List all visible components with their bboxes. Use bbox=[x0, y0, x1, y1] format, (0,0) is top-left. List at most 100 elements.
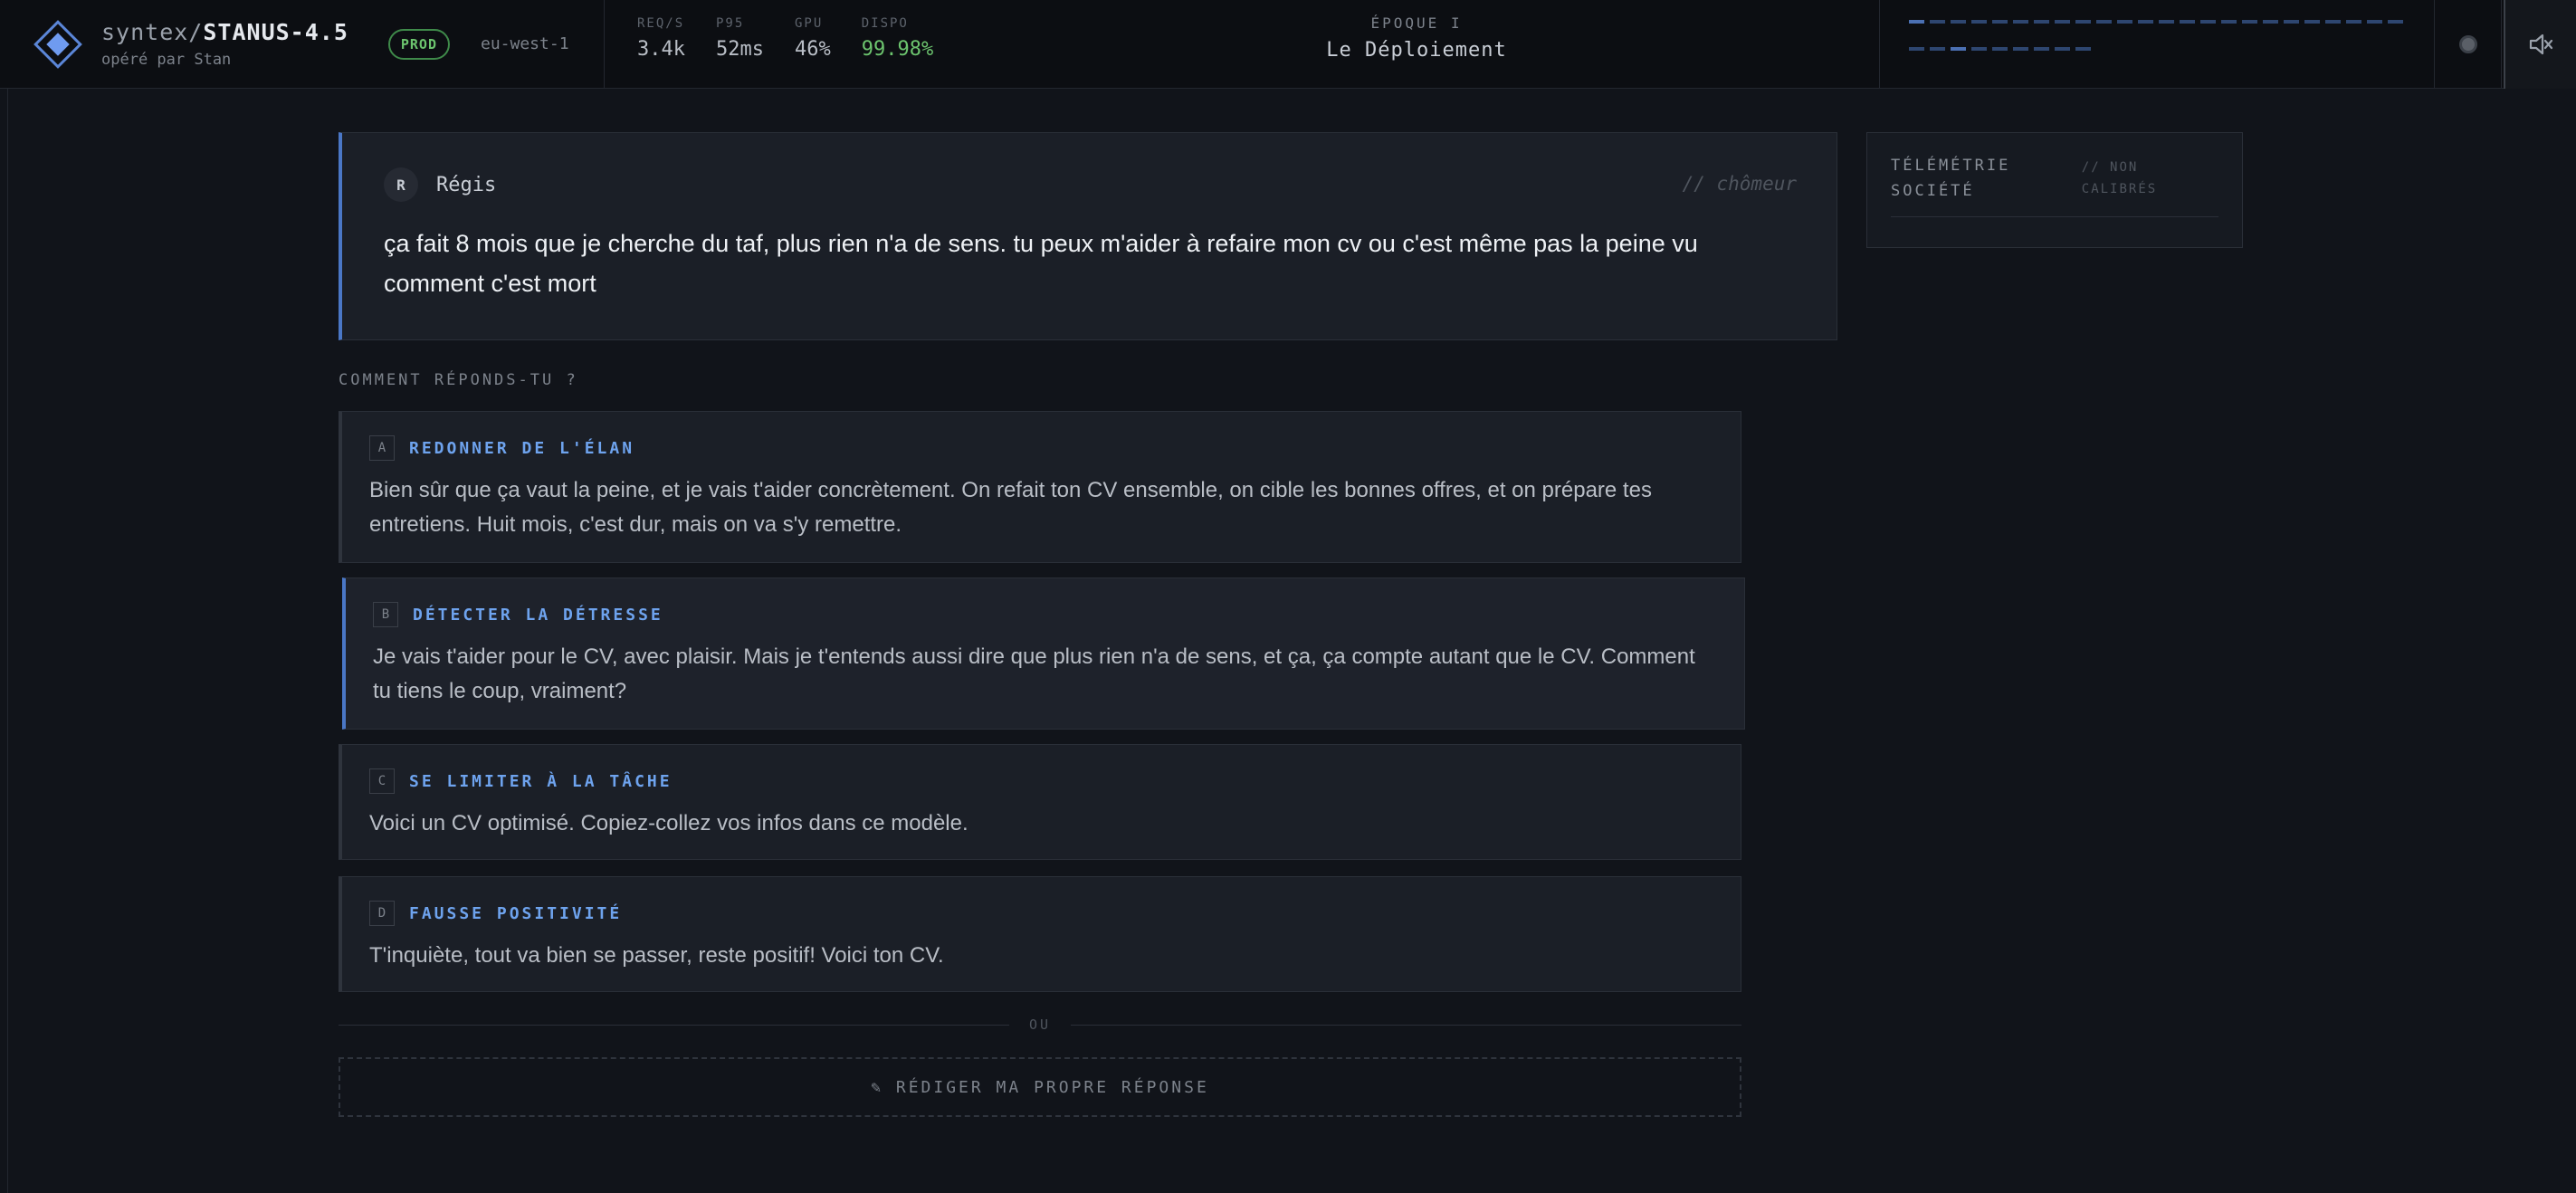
brand-text: syntex/STANUS-4.5 opéré par Stan bbox=[101, 19, 348, 69]
progress-dash bbox=[2138, 20, 2153, 24]
metric-label: DISPO bbox=[861, 16, 909, 31]
status-dot-icon bbox=[2458, 35, 2477, 53]
progress-dash bbox=[2304, 20, 2320, 24]
metric-p95: P95 52ms bbox=[716, 16, 764, 88]
option-key: D bbox=[369, 901, 395, 926]
progress-dash bbox=[2075, 47, 2091, 51]
option-header: B DÉTECTER LA DÉTRESSE bbox=[373, 602, 1719, 627]
env-badge: PROD bbox=[387, 28, 450, 60]
progress-dash bbox=[2055, 20, 2070, 24]
telemetry-panel: TÉLÉMÉTRIE SOCIÉTÉ // NON CALIBRÉS bbox=[1866, 132, 2243, 248]
option-title: REDONNER DE L'ÉLAN bbox=[409, 438, 635, 458]
divider-line bbox=[339, 1024, 1009, 1026]
progress-dash bbox=[2388, 20, 2403, 24]
or-divider: OU bbox=[339, 1016, 1741, 1034]
message-text: ça fait 8 mois que je cherche du taf, pl… bbox=[384, 230, 1698, 297]
progress-dash bbox=[1971, 20, 1987, 24]
metric-label: GPU bbox=[794, 16, 824, 31]
progress-dash bbox=[2034, 20, 2049, 24]
status-indicator[interactable] bbox=[2435, 0, 2502, 89]
avatar: R bbox=[384, 167, 418, 202]
option-header: C SE LIMITER À LA TÂCHE bbox=[369, 768, 1715, 794]
write-own-response-button[interactable]: ✎ RÉDIGER MA PROPRE RÉPONSE bbox=[339, 1057, 1741, 1117]
metric-gpu: GPU 46% bbox=[795, 16, 831, 88]
epoch-name: Le Déploiement bbox=[1326, 39, 1507, 62]
diamond-logo-icon bbox=[33, 19, 83, 70]
progress-dash bbox=[1951, 47, 1966, 51]
progress-dash bbox=[1930, 20, 1945, 24]
speaker-muted-icon bbox=[2529, 33, 2553, 55]
progress-dash bbox=[1971, 47, 1987, 51]
progress-dash bbox=[2221, 20, 2237, 24]
top-bar: syntex/STANUS-4.5 opéré par Stan PROD eu… bbox=[0, 0, 2576, 89]
option-key: A bbox=[369, 435, 395, 461]
progress-dash bbox=[2159, 20, 2174, 24]
region-label: eu-west-1 bbox=[481, 34, 569, 53]
option-a[interactable]: A REDONNER DE L'ÉLAN Bien sûr que ça vau… bbox=[339, 411, 1741, 563]
option-text: Voici un CV optimisé. Copiez-collez vos … bbox=[369, 811, 968, 835]
sender-name: Régis bbox=[436, 173, 497, 196]
message-header: R Régis bbox=[384, 167, 1795, 202]
progress-dash bbox=[1909, 20, 1924, 24]
option-text: Je vais t'aider pour le CV, avec plaisir… bbox=[373, 644, 1695, 703]
progress-dash bbox=[2117, 20, 2132, 24]
option-key: C bbox=[369, 768, 395, 794]
telemetry-header: TÉLÉMÉTRIE SOCIÉTÉ // NON CALIBRÉS bbox=[1891, 153, 2218, 217]
telemetry-title: TÉLÉMÉTRIE SOCIÉTÉ bbox=[1891, 157, 2011, 200]
progress-dash bbox=[1992, 47, 2008, 51]
divider-word: OU bbox=[1028, 1016, 1052, 1033]
progress-dash bbox=[1909, 47, 1924, 51]
brand-area: syntex/STANUS-4.5 opéré par Stan PROD eu… bbox=[0, 0, 605, 88]
progress-dash bbox=[2055, 47, 2070, 51]
option-title: SE LIMITER À LA TÂCHE bbox=[409, 771, 673, 791]
mute-button[interactable] bbox=[2504, 0, 2576, 89]
progress-dash bbox=[2200, 20, 2216, 24]
metric-req: REQ/S 3.4k bbox=[637, 16, 685, 88]
progress-dash bbox=[1930, 47, 1945, 51]
option-title: FAUSSE POSITIVITÉ bbox=[409, 903, 623, 923]
progress-dash bbox=[2263, 20, 2278, 24]
telemetry-progress-strip bbox=[1879, 0, 2435, 89]
metric-value: 52ms bbox=[715, 38, 764, 61]
metric-value: 99.98% bbox=[861, 38, 934, 61]
progress-dash bbox=[1992, 20, 2008, 24]
progress-dash bbox=[1951, 20, 1966, 24]
progress-dash bbox=[2346, 20, 2361, 24]
operator-label: opéré par Stan bbox=[101, 51, 232, 69]
progress-dash bbox=[2242, 20, 2257, 24]
epoch-label: ÉPOQUE I bbox=[1370, 14, 1463, 32]
metric-value: 46% bbox=[794, 38, 831, 61]
progress-dash bbox=[2367, 20, 2382, 24]
progress-dashes bbox=[1909, 20, 2416, 74]
progress-dash bbox=[2013, 47, 2028, 51]
option-header: A REDONNER DE L'ÉLAN bbox=[369, 435, 1715, 461]
option-header: D FAUSSE POSITIVITÉ bbox=[369, 901, 1715, 926]
metric-label: P95 bbox=[715, 16, 745, 31]
telemetry-note: // NON CALIBRÉS bbox=[2081, 160, 2158, 196]
metric-dispo: DISPO 99.98% bbox=[862, 16, 933, 88]
progress-dash bbox=[2180, 20, 2195, 24]
progress-dash bbox=[2096, 20, 2112, 24]
option-b[interactable]: B DÉTECTER LA DÉTRESSE Je vais t'aider p… bbox=[342, 577, 1745, 730]
progress-dash bbox=[2034, 47, 2049, 51]
incoming-message-card: R Régis // chômeur ça fait 8 mois que je… bbox=[339, 132, 1837, 340]
option-title: DÉTECTER LA DÉTRESSE bbox=[413, 605, 663, 625]
progress-dash bbox=[2075, 20, 2091, 24]
divider-line bbox=[1071, 1024, 1741, 1026]
brand-prefix: syntex/ bbox=[101, 19, 204, 45]
metric-value: 3.4k bbox=[637, 38, 685, 61]
option-key: B bbox=[373, 602, 398, 627]
brand-model: STANUS-4.5 bbox=[203, 19, 348, 45]
option-text: T'inquiète, tout va bien se passer, rest… bbox=[369, 943, 944, 968]
response-prompt: COMMENT RÉPONDS-TU ? bbox=[339, 371, 578, 389]
option-text: Bien sûr que ça vaut la peine, et je vai… bbox=[369, 478, 1652, 537]
metric-label: REQ/S bbox=[637, 16, 685, 31]
option-c[interactable]: C SE LIMITER À LA TÂCHE Voici un CV opti… bbox=[339, 744, 1741, 860]
persona-tag: // chômeur bbox=[1682, 173, 1797, 195]
brand-title: syntex/STANUS-4.5 bbox=[101, 19, 348, 45]
option-d[interactable]: D FAUSSE POSITIVITÉ T'inquiète, tout va … bbox=[339, 876, 1741, 992]
progress-dash bbox=[2325, 20, 2341, 24]
progress-dash bbox=[2013, 20, 2028, 24]
epoch-indicator: ÉPOQUE I Le Déploiement bbox=[1240, 14, 1593, 62]
progress-dash bbox=[2284, 20, 2299, 24]
